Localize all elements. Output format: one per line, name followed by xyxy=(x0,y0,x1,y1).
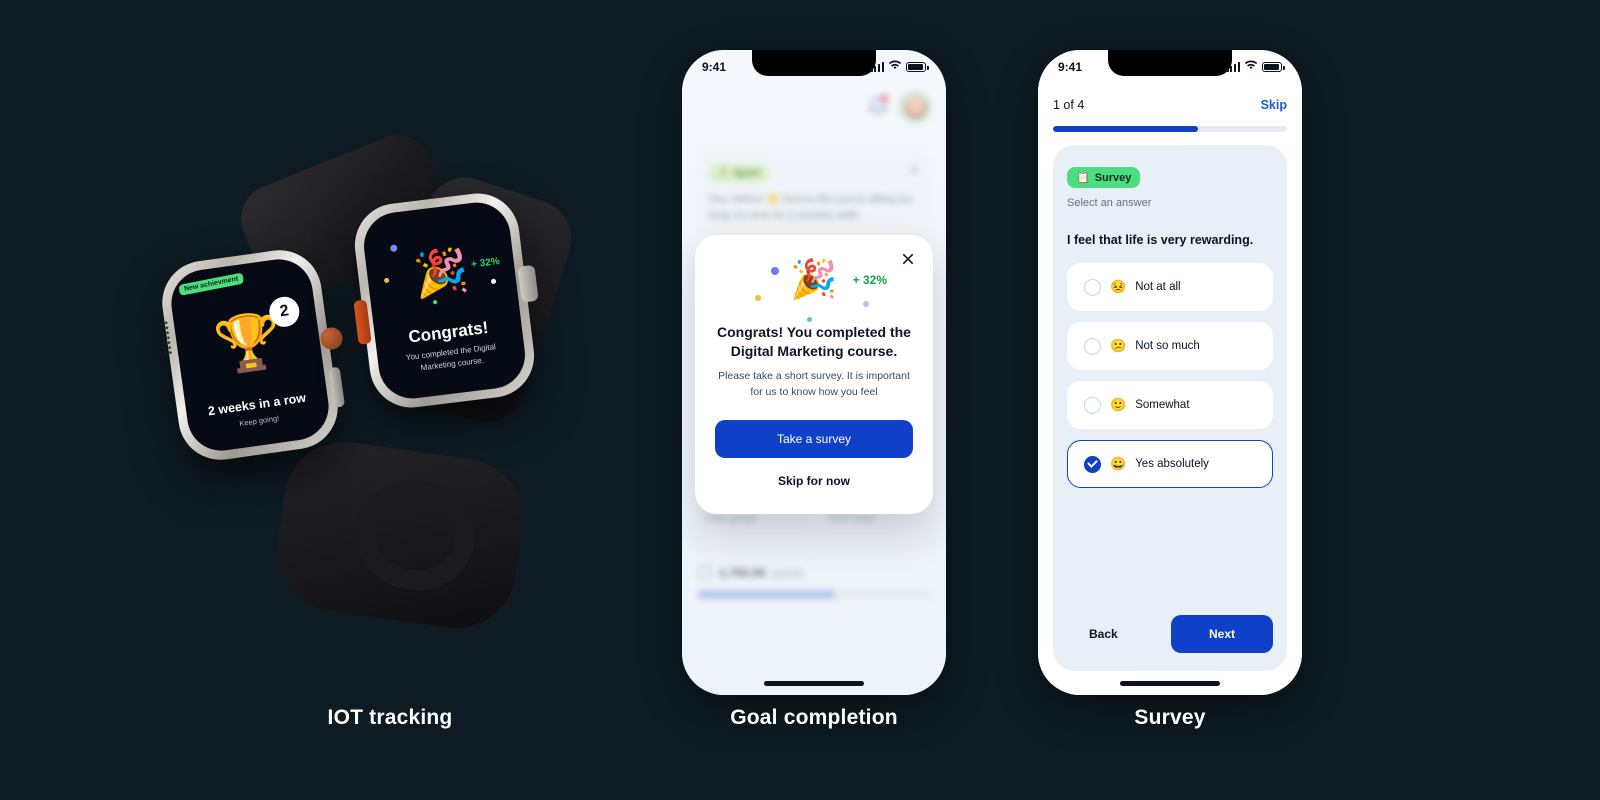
modal-title: Congrats! You completed the Digital Mark… xyxy=(717,324,911,359)
watch-side-button[interactable] xyxy=(328,366,346,408)
confetti-dot xyxy=(490,278,497,285)
goal-completion-modal: 🎉 + 32% Congrats! You completed the Digi… xyxy=(695,235,933,515)
survey-options-list: 😣 Not at all 😕 Not so much 🙂 Somewhat 😀 … xyxy=(1067,263,1273,488)
status-bar: 9:41 xyxy=(682,50,946,84)
confetti-dot xyxy=(807,317,812,322)
status-icons xyxy=(1226,60,1285,74)
take-survey-button[interactable]: Take a survey xyxy=(715,420,913,459)
survey-option[interactable]: 🙂 Somewhat xyxy=(1067,381,1273,429)
watch-congrats: 🎉 + 32% Congrats! You completed the Digi… xyxy=(350,188,539,413)
option-label: Not at all xyxy=(1135,281,1181,293)
sport-chip: 🏃 Sport xyxy=(709,165,768,182)
screenshot-stage: New achievment 🏆 2 2 weeks in a row Keep… xyxy=(0,0,1600,800)
survey-option-selected[interactable]: 😀 Yes absolutely xyxy=(1067,440,1273,488)
confetti-dot xyxy=(432,299,438,305)
iot-watches-illustration: New achievment 🏆 2 2 weeks in a row Keep… xyxy=(150,124,630,636)
sport-message: Hey Salem! 👋 Seems like you're sitting t… xyxy=(709,193,913,222)
next-button[interactable]: Next xyxy=(1170,615,1273,653)
survey-card: 📋 Survey Select an answer I feel that li… xyxy=(1053,145,1287,671)
survey-option[interactable]: 😣 Not at all xyxy=(1067,263,1273,311)
caption-goal-completion: Goal completion xyxy=(730,706,898,729)
skip-for-now-button[interactable]: Skip for now xyxy=(715,474,913,488)
confetti-dot xyxy=(389,244,398,253)
avatar[interactable] xyxy=(900,92,930,122)
radio-button[interactable] xyxy=(1084,337,1101,355)
survey-option[interactable]: 😕 Not so much xyxy=(1067,322,1273,370)
home-indicator xyxy=(764,681,864,686)
status-icons xyxy=(870,60,929,74)
survey-question: I feel that life is very rewarding. xyxy=(1067,233,1254,247)
watch-crown-icon[interactable] xyxy=(319,326,344,351)
bell-icon[interactable] xyxy=(867,95,889,118)
survey-header: 1 of 4 Skip xyxy=(1053,98,1287,112)
radio-button[interactable] xyxy=(1084,396,1101,414)
survey-chip: 📋 Survey xyxy=(1067,167,1141,188)
confetti-dot xyxy=(383,277,390,284)
sport-chip-label: Sport xyxy=(733,168,760,179)
radio-button-checked[interactable] xyxy=(1084,455,1101,473)
modal-description: Please take a short survey. It is import… xyxy=(718,369,910,398)
wifi-icon xyxy=(1244,60,1258,74)
modal-percent-gain: + 32% xyxy=(852,273,887,287)
survey-progress-bar xyxy=(1053,126,1287,132)
clipboard-icon: 📋 xyxy=(1076,172,1090,184)
battery-icon xyxy=(906,62,929,72)
coin-icon xyxy=(698,565,713,580)
dumbbell-icon: 🏃 xyxy=(717,168,730,179)
status-time: 9:41 xyxy=(702,60,727,74)
back-button[interactable]: Back xyxy=(1067,617,1140,651)
watch-right-screen: 🎉 + 32% Congrats! You completed the Digi… xyxy=(360,198,529,403)
survey-actions: Back Next xyxy=(1067,615,1273,653)
signal-bars-icon xyxy=(1226,62,1240,72)
home-header-actions xyxy=(867,92,930,122)
caption-iot-tracking: IOT tracking xyxy=(327,706,453,729)
survey-step-counter: 1 of 4 xyxy=(1053,98,1085,112)
survey-chip-label: Survey xyxy=(1094,171,1132,184)
survey-skip-link[interactable]: Skip xyxy=(1261,98,1287,112)
option-emoji: 😕 xyxy=(1110,338,1127,353)
watch-speaker-icon xyxy=(158,320,174,356)
survey-subtitle: Select an answer xyxy=(1067,197,1152,209)
confetti-dot xyxy=(771,267,779,275)
modal-artwork: 🎉 + 32% xyxy=(715,261,913,323)
party-popper-icon: 🎉 xyxy=(790,259,838,301)
points-value: 1,750.00 xyxy=(719,565,766,580)
phone-goal-completion: 🏃 Sport ✕ Hey Salem! 👋 Seems like you're… xyxy=(682,50,946,695)
new-achievement-badge: New achievment xyxy=(178,272,244,296)
notification-dot xyxy=(881,95,888,102)
option-label: Not so much xyxy=(1135,340,1200,352)
watch-achievement: New achievment 🏆 2 2 weeks in a row Keep… xyxy=(156,244,346,466)
points-progress-bar xyxy=(698,590,930,599)
confetti-dot xyxy=(755,295,761,301)
option-label: Somewhat xyxy=(1135,399,1190,411)
caption-survey: Survey xyxy=(1134,706,1206,729)
radio-button[interactable] xyxy=(1084,278,1101,296)
option-emoji: 😀 xyxy=(1110,456,1127,471)
phone-survey: 1 of 4 Skip 📋 Survey Select an answer I … xyxy=(1038,50,1302,695)
home-indicator xyxy=(1120,681,1220,686)
confetti-dot xyxy=(863,301,869,307)
option-emoji: 🙂 xyxy=(1110,397,1127,412)
watch-percent-gain: + 32% xyxy=(470,256,501,271)
party-popper-icon: 🎉 xyxy=(410,245,472,301)
watch-action-button[interactable] xyxy=(353,299,372,345)
sport-notification-card: 🏃 Sport ✕ Hey Salem! 👋 Seems like you're… xyxy=(695,150,933,240)
points-unit: points xyxy=(771,565,804,580)
status-time: 9:41 xyxy=(1058,60,1083,74)
avatar-image xyxy=(903,95,927,119)
signal-bars-icon xyxy=(870,62,884,72)
option-emoji: 😣 xyxy=(1110,279,1127,294)
wifi-icon xyxy=(888,60,902,74)
close-icon[interactable]: ✕ xyxy=(908,163,920,177)
battery-icon xyxy=(1262,62,1285,72)
survey-screen: 1 of 4 Skip 📋 Survey Select an answer I … xyxy=(1038,50,1302,695)
option-label: Yes absolutely xyxy=(1135,458,1209,470)
status-bar: 9:41 xyxy=(1038,50,1302,84)
home-screen: 🏃 Sport ✕ Hey Salem! 👋 Seems like you're… xyxy=(682,50,946,695)
points-row: 1,750.00 points xyxy=(698,565,804,580)
watch-left-screen: New achievment 🏆 2 2 weeks in a row Keep… xyxy=(167,255,333,455)
